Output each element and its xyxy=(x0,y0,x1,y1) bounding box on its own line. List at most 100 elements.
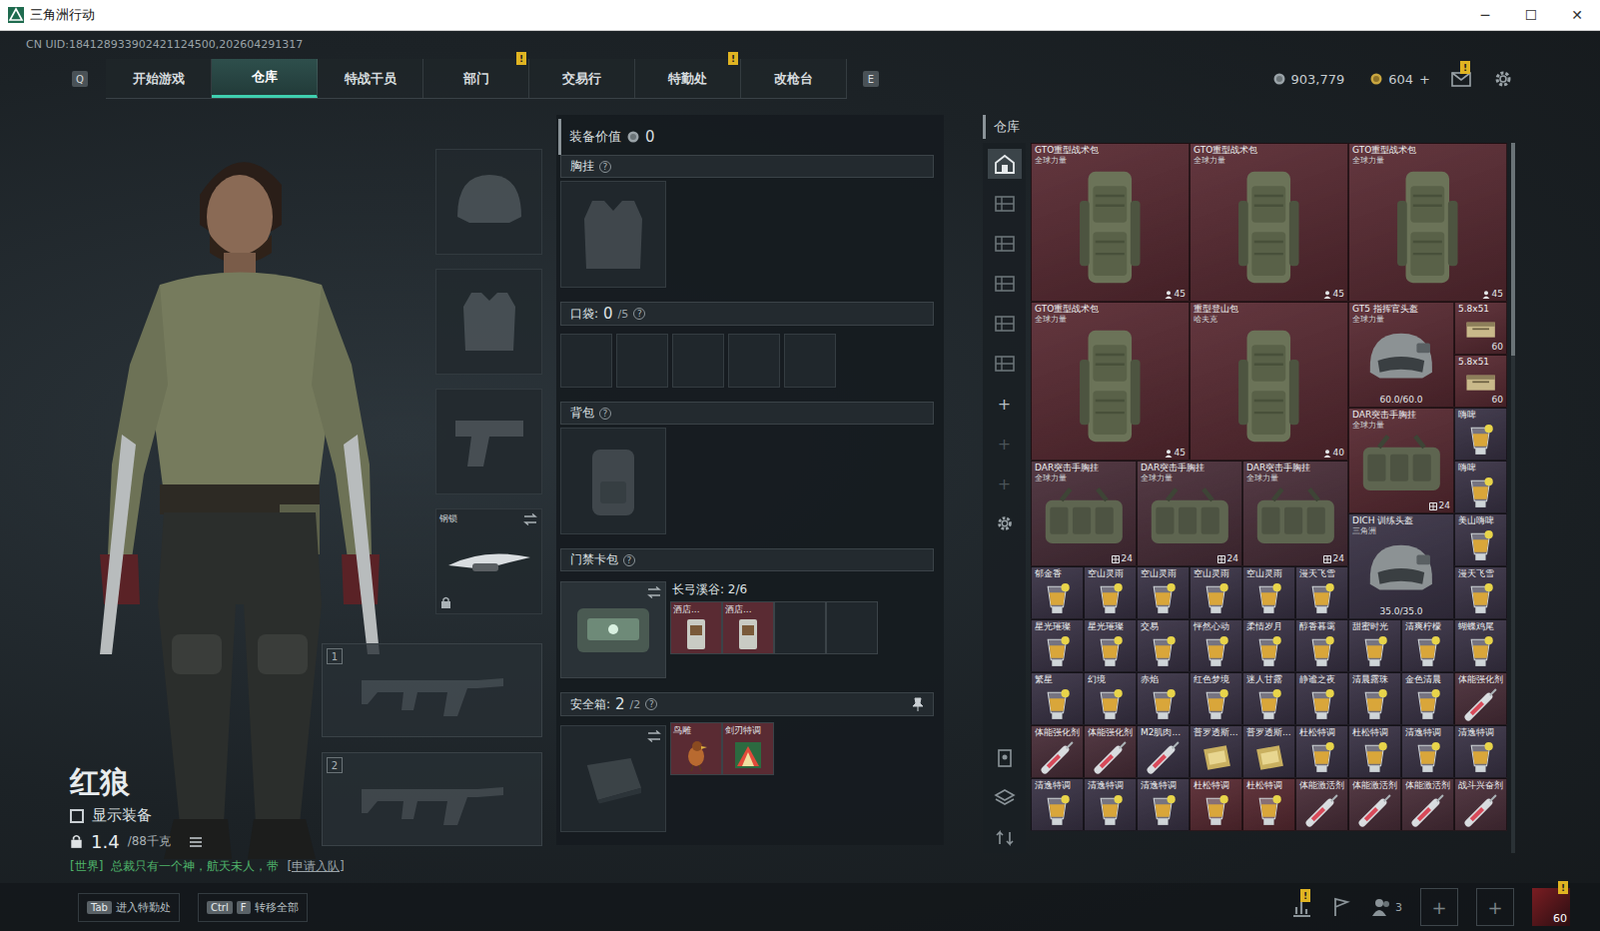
keycard-case-slot[interactable] xyxy=(560,581,667,679)
warehouse-item[interactable]: 5.8x5160 xyxy=(1454,354,1508,408)
warehouse-item[interactable]: 清逸特调 xyxy=(1136,778,1190,831)
warehouse-item[interactable]: 杜松特调 xyxy=(1189,778,1243,831)
keycard-item[interactable]: 酒店... xyxy=(722,601,775,655)
warehouse-tool[interactable] xyxy=(987,743,1022,774)
window-control-button[interactable]: ─ xyxy=(1462,6,1509,23)
pocket-slot[interactable] xyxy=(728,333,781,388)
invite-slot[interactable]: + xyxy=(1476,887,1515,926)
warehouse-item[interactable]: 嗨啤 xyxy=(1454,407,1508,461)
nav-tab[interactable]: 特战干员 xyxy=(317,58,424,98)
warehouse-item[interactable]: 空山灵雨 xyxy=(1136,566,1190,620)
add-storage-button[interactable]: + xyxy=(997,468,1011,499)
safebox-item[interactable]: 剑刃特调 xyxy=(722,722,775,776)
warehouse-item[interactable]: 星光璀璨 xyxy=(1083,619,1137,673)
warehouse-item[interactable]: 普罗透斯... xyxy=(1189,725,1243,779)
warehouse-item[interactable]: 体能强化剂 xyxy=(1030,725,1084,779)
backpack-slot[interactable] xyxy=(560,427,667,535)
show-gear-row[interactable]: 显示装备 xyxy=(69,805,345,825)
chat-action[interactable]: [申请入队] xyxy=(286,857,344,875)
warehouse-item[interactable]: 红色梦境 xyxy=(1189,672,1243,726)
nav-tab[interactable]: 交易行 xyxy=(529,58,636,98)
warehouse-item[interactable]: GTO重型战术包全球力量45 xyxy=(1348,142,1508,302)
storage-tab[interactable] xyxy=(987,148,1022,179)
warehouse-item[interactable]: 杜松特调 xyxy=(1348,725,1402,779)
window-control-button[interactable]: ✕ xyxy=(1554,6,1600,23)
show-gear-checkbox[interactable] xyxy=(69,808,84,823)
warehouse-item[interactable]: 繁星 xyxy=(1030,672,1084,726)
warehouse-item[interactable]: 嗨啤 xyxy=(1454,460,1508,514)
warehouse-item[interactable]: 美山嗨啤 xyxy=(1454,513,1508,567)
chest-rig-slot[interactable] xyxy=(560,180,667,288)
warehouse-item[interactable]: 战斗兴奋剂 xyxy=(1454,778,1508,831)
add-storage-button[interactable]: + xyxy=(997,388,1011,419)
nav-tab[interactable]: 改枪台 xyxy=(741,58,847,98)
warehouse-item[interactable]: 空山灵雨 xyxy=(1242,566,1296,620)
pocket-slot[interactable] xyxy=(672,333,725,388)
flag-button[interactable] xyxy=(1330,895,1353,918)
equipment-slot[interactable]: 钢锁 xyxy=(435,508,543,615)
keycard-empty-slot[interactable] xyxy=(774,601,826,655)
warehouse-item[interactable]: GT5 指挥官头盔全球力量60.0/60.0 xyxy=(1348,301,1455,408)
weapon-slot[interactable]: 2 xyxy=(321,752,543,846)
warehouse-item[interactable]: 清爽柠檬 xyxy=(1401,619,1455,673)
settings-button[interactable] xyxy=(1492,67,1515,90)
warehouse-item[interactable]: 迷人甘露 xyxy=(1242,672,1296,726)
safebox-slot[interactable] xyxy=(560,725,667,832)
window-control-button[interactable]: ☐ xyxy=(1508,6,1555,23)
warehouse-item[interactable]: 清逸特调 xyxy=(1454,725,1508,779)
safebox-item[interactable]: 鸟雕 xyxy=(670,722,723,776)
warehouse-item[interactable]: 空山灵雨 xyxy=(1189,566,1243,620)
storage-tab[interactable] xyxy=(987,348,1022,379)
warehouse-item[interactable]: 金色清晨 xyxy=(1401,672,1455,726)
warehouse-item[interactable]: 怦然心动 xyxy=(1189,619,1243,673)
storage-tab[interactable] xyxy=(987,308,1022,339)
warehouse-item[interactable]: 蝴蝶鸡尾 xyxy=(1454,619,1508,673)
nav-tab[interactable]: 特勤处! xyxy=(635,58,742,98)
storage-tab[interactable] xyxy=(987,228,1022,259)
warehouse-item[interactable]: 体能强化剂 xyxy=(1083,725,1137,779)
storage-tab[interactable] xyxy=(987,188,1022,219)
warehouse-item[interactable]: 体能激活剂 xyxy=(1401,778,1455,831)
warehouse-item[interactable]: DAR突击手胸挂全球力量24 xyxy=(1136,460,1243,567)
equipment-slot[interactable] xyxy=(435,148,543,255)
warehouse-item[interactable]: DAR突击手胸挂全球力量24 xyxy=(1030,460,1137,567)
warehouse-item[interactable]: 甜蜜时光 xyxy=(1348,619,1402,673)
warehouse-item[interactable]: 郁金香 xyxy=(1030,566,1084,620)
warehouse-tool[interactable] xyxy=(987,822,1022,853)
keycard-empty-slot[interactable] xyxy=(825,601,878,655)
warehouse-item[interactable]: GTO重型战术包全球力量45 xyxy=(1030,142,1190,302)
warehouse-item[interactable]: M2肌肉... xyxy=(1136,725,1190,779)
warehouse-item[interactable]: GTO重型战术包全球力量45 xyxy=(1189,142,1349,302)
warehouse-item[interactable]: 普罗透斯... xyxy=(1242,725,1296,779)
hotkey-hint[interactable]: Tab进入特勤处 xyxy=(77,892,180,922)
warehouse-item[interactable]: 杜松特调 xyxy=(1295,725,1349,779)
warehouse-item[interactable]: GTO重型战术包全球力量45 xyxy=(1030,301,1190,461)
warehouse-item[interactable]: 空山灵雨 xyxy=(1083,566,1137,620)
storage-settings[interactable] xyxy=(987,508,1022,539)
chat-line[interactable]: [世界]总裁只有一个神，航天未人，带[申请入队] xyxy=(69,857,345,875)
equipment-slot[interactable] xyxy=(435,388,543,495)
keycard-item[interactable]: 酒店... xyxy=(670,601,723,655)
pocket-slot[interactable] xyxy=(560,333,613,388)
mail-button[interactable]: ! xyxy=(1450,67,1473,90)
pocket-slot[interactable] xyxy=(616,333,669,388)
nav-tab[interactable]: 部门! xyxy=(423,58,530,98)
warehouse-item[interactable]: DAR突击手胸挂全球力量24 xyxy=(1348,407,1455,514)
warehouse-item[interactable]: 清晨露珠 xyxy=(1348,672,1402,726)
pocket-slot[interactable] xyxy=(784,333,836,388)
storage-tab[interactable] xyxy=(987,268,1022,299)
player-avatar[interactable]: 60! xyxy=(1532,887,1571,926)
warehouse-item[interactable]: 体能激活剂 xyxy=(1295,778,1349,831)
nav-tab[interactable]: 仓库 xyxy=(211,58,318,98)
team-button[interactable]: 3 xyxy=(1370,895,1403,918)
scroll-thumb[interactable] xyxy=(1511,142,1516,356)
warehouse-item[interactable]: 清逸特调 xyxy=(1030,778,1084,831)
warehouse-item[interactable]: 漫天飞雪 xyxy=(1454,566,1508,620)
add-storage-button[interactable]: + xyxy=(997,428,1011,459)
warehouse-item[interactable]: 5.8x5160 xyxy=(1454,301,1508,355)
warehouse-item[interactable]: 柔情岁月 xyxy=(1242,619,1296,673)
warehouse-item[interactable]: 星光璀璨 xyxy=(1030,619,1084,673)
hotkey-hint[interactable]: CtrlF转移全部 xyxy=(197,892,308,922)
warehouse-item[interactable]: DAR突击手胸挂全球力量24 xyxy=(1242,460,1349,567)
warehouse-item[interactable]: 杜松特调 xyxy=(1242,778,1296,831)
